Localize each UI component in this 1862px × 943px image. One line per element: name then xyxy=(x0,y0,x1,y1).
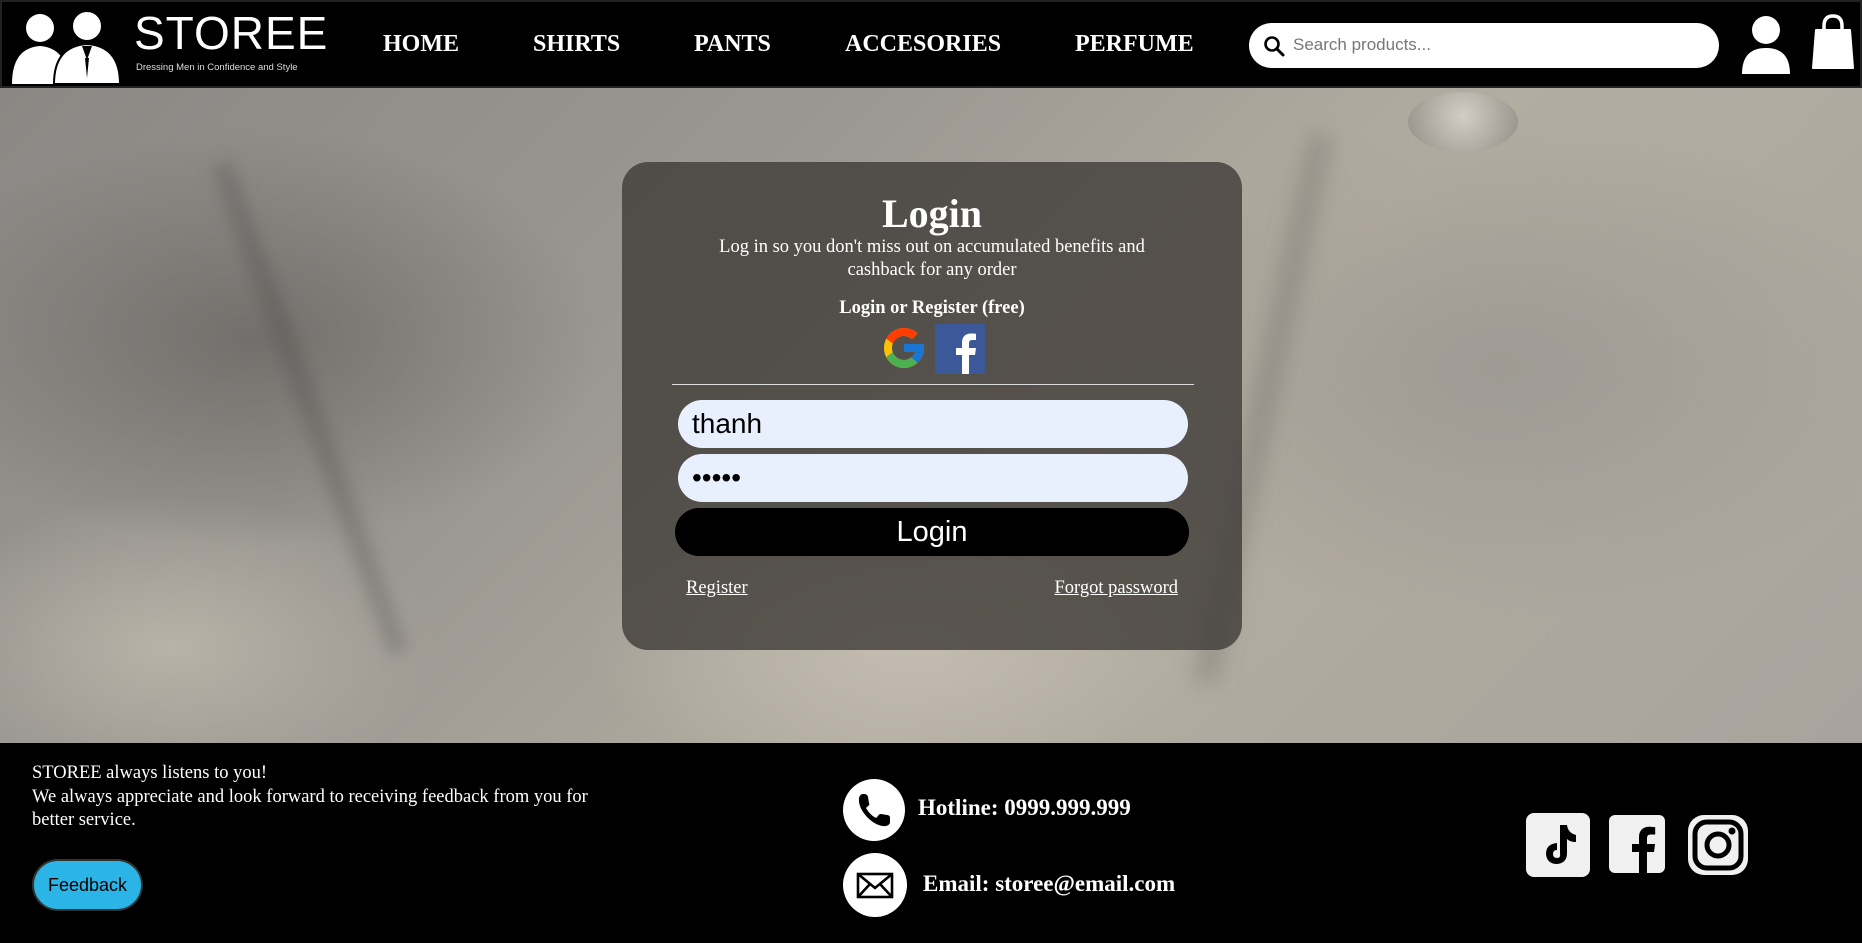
search-icon[interactable] xyxy=(1262,34,1286,58)
nav-home[interactable]: HOME xyxy=(383,31,459,58)
logo-name: STOREE xyxy=(134,7,329,59)
hero-background: Login Log in so you don't miss out on ac… xyxy=(0,88,1862,743)
login-card: Login Log in so you don't miss out on ac… xyxy=(622,162,1242,650)
shopping-bag-icon[interactable] xyxy=(1812,14,1854,70)
logo-tagline: Dressing Men in Confidence and Style xyxy=(136,62,298,73)
facebook-icon[interactable] xyxy=(935,324,985,374)
instagram-icon[interactable] xyxy=(1686,813,1750,877)
search-input[interactable] xyxy=(1293,29,1703,61)
facebook-icon[interactable] xyxy=(1609,815,1665,873)
social-login-prompt: Login or Register (free) xyxy=(839,298,1025,318)
fabric-fold xyxy=(211,160,409,656)
logo-men-icon xyxy=(12,10,122,84)
forgot-password-link[interactable]: Forgot password xyxy=(1054,578,1178,599)
login-subtitle: Log in so you don't miss out on accumula… xyxy=(719,237,1145,280)
nav-accesories[interactable]: ACCESORIES xyxy=(845,31,1001,58)
search-bar xyxy=(1249,23,1719,68)
footer-title: STOREE always listens to you! xyxy=(32,763,268,783)
nav-perfume[interactable]: PERFUME xyxy=(1075,31,1194,58)
nav-pants[interactable]: PANTS xyxy=(694,31,771,58)
feedback-button[interactable]: Feedback xyxy=(32,859,143,911)
register-link[interactable]: Register xyxy=(686,578,748,599)
divider xyxy=(672,384,1194,385)
password-field[interactable] xyxy=(678,454,1188,502)
hotline-text: Hotline: 0999.999.999 xyxy=(918,795,1131,820)
login-button[interactable]: Login xyxy=(675,508,1189,556)
email-text: Email: storee@email.com xyxy=(923,871,1176,896)
site-header: STOREE Dressing Men in Confidence and St… xyxy=(0,0,1862,88)
site-footer: STOREE always listens to you! We always … xyxy=(0,743,1862,943)
username-field[interactable] xyxy=(678,400,1188,448)
mail-icon[interactable] xyxy=(843,853,907,917)
google-icon[interactable] xyxy=(880,324,928,372)
phone-icon[interactable] xyxy=(843,779,905,841)
tiktok-icon[interactable] xyxy=(1526,813,1590,877)
user-icon[interactable] xyxy=(1740,14,1792,74)
coat-button-image xyxy=(1408,92,1518,152)
footer-text: We always appreciate and look forward to… xyxy=(32,787,588,830)
logo[interactable]: STOREE Dressing Men in Confidence and St… xyxy=(12,8,327,84)
login-title: Login xyxy=(881,191,983,236)
nav-shirts[interactable]: SHIRTS xyxy=(533,31,620,58)
